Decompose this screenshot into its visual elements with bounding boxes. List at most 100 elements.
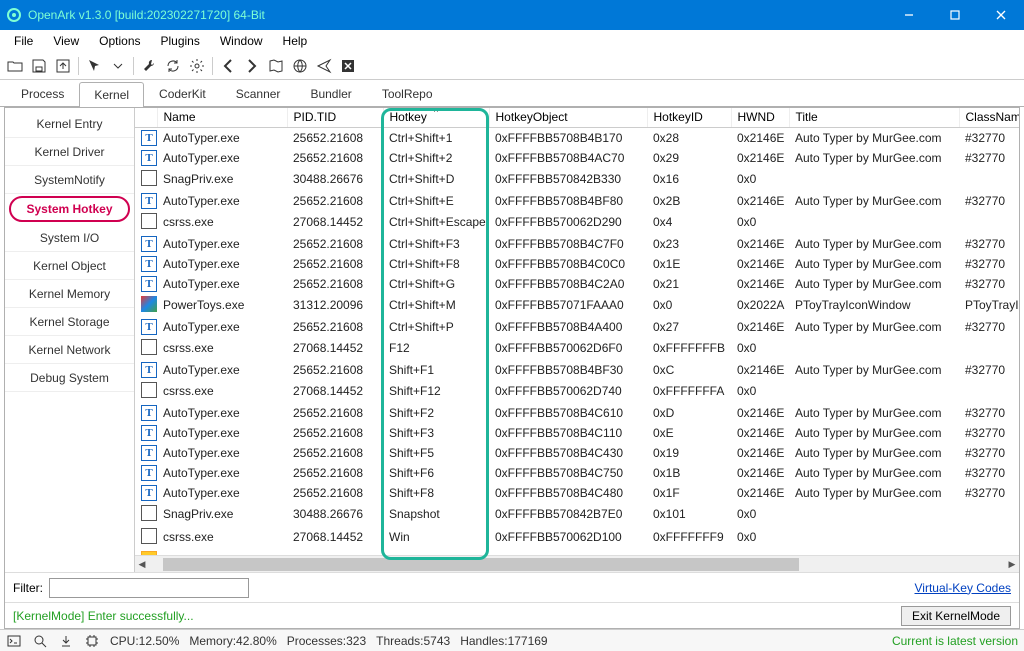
tab-process[interactable]: Process [6, 81, 79, 106]
tab-bundler[interactable]: Bundler [295, 81, 366, 106]
table-row[interactable]: TAutoTyper.exe25652.21608Ctrl+Shift+P0xF… [135, 317, 1019, 337]
table-row[interactable]: SnagPriv.exe30488.26676Snapshot0xFFFFBB5… [135, 503, 1019, 526]
col-icon[interactable] [135, 108, 157, 127]
table-row[interactable]: TAutoTyper.exe25652.21608Shift+F30xFFFFB… [135, 423, 1019, 443]
table-row[interactable]: csrss.exe27068.14452Shift+F120xFFFFBB570… [135, 380, 1019, 403]
table-row[interactable]: csrss.exe27068.14452F120xFFFFBB570062D6F… [135, 337, 1019, 360]
window-title: OpenArk v1.3.0 [build:202302271720] 64-B… [28, 8, 265, 22]
top-tabs: ProcessKernelCoderKitScannerBundlerToolR… [0, 80, 1024, 106]
cell-name: AutoTyper.exe [157, 483, 287, 503]
download-icon[interactable] [58, 633, 74, 649]
tab-kernel[interactable]: Kernel [79, 82, 144, 107]
table-row[interactable]: TAutoTyper.exe25652.21608Ctrl+Shift+F80x… [135, 254, 1019, 274]
map-icon[interactable] [265, 55, 287, 77]
cell-title: Auto Typer by MurGee.com [789, 403, 959, 423]
cell-hid: 0x1E [647, 254, 731, 274]
menu-window[interactable]: Window [212, 32, 271, 50]
cell-pid: 27068.14452 [287, 337, 383, 360]
send-icon[interactable] [313, 55, 335, 77]
col-classname[interactable]: ClassName [959, 108, 1019, 127]
maximize-button[interactable] [932, 0, 978, 30]
cell-title [789, 380, 959, 403]
folder-open-icon[interactable] [4, 55, 26, 77]
tab-scanner[interactable]: Scanner [221, 81, 296, 106]
filter-input[interactable] [49, 578, 249, 598]
table-row[interactable]: TAutoTyper.exe25652.21608Shift+F20xFFFFB… [135, 403, 1019, 423]
tab-toolrepo[interactable]: ToolRepo [367, 81, 448, 106]
menu-options[interactable]: Options [91, 32, 148, 50]
virtual-key-codes-link[interactable]: Virtual-Key Codes [915, 581, 1012, 595]
sidebar-item-kernel-network[interactable]: Kernel Network [5, 336, 134, 364]
menu-view[interactable]: View [45, 32, 87, 50]
cell-title: Auto Typer by MurGee.com [789, 483, 959, 503]
autotyper-icon: T [141, 256, 157, 272]
terminal-icon[interactable] [6, 633, 22, 649]
table-row[interactable]: csrss.exe27068.14452Ctrl+Shift+Escape0xF… [135, 211, 1019, 234]
cell-name: AutoTyper.exe [157, 254, 287, 274]
horizontal-scrollbar[interactable]: ◀▶ [135, 555, 1019, 572]
sidebar-item-kernel-object[interactable]: Kernel Object [5, 252, 134, 280]
gear-icon[interactable] [186, 55, 208, 77]
table-row[interactable]: SnagPriv.exe30488.26676Ctrl+Shift+D0xFFF… [135, 168, 1019, 191]
tab-coderkit[interactable]: CoderKit [144, 81, 221, 106]
arrow-left-icon[interactable] [217, 55, 239, 77]
col-hotkeyid[interactable]: HotkeyID [647, 108, 731, 127]
table-row[interactable]: PowerToys.exe31312.20096Ctrl+Shift+M0xFF… [135, 294, 1019, 317]
cell-hotkey: Ctrl+Shift+M [383, 294, 489, 317]
sidebar-item-systemnotify[interactable]: SystemNotify [5, 166, 134, 194]
sidebar-item-kernel-memory[interactable]: Kernel Memory [5, 280, 134, 308]
table-row[interactable]: TAutoTyper.exe25652.21608Shift+F60xFFFFB… [135, 463, 1019, 483]
dropdown-icon[interactable] [107, 55, 129, 77]
sidebar-item-system-hotkey[interactable]: System Hotkey [9, 196, 130, 222]
table-row[interactable]: TAutoTyper.exe25652.21608Ctrl+Shift+20xF… [135, 148, 1019, 168]
table-row[interactable]: csrss.exe27068.14452Win0xFFFFBB570062D10… [135, 526, 1019, 549]
cell-title: Auto Typer by MurGee.com [789, 463, 959, 483]
cell-hid: 0x1F [647, 483, 731, 503]
sidebar-item-kernel-driver[interactable]: Kernel Driver [5, 138, 134, 166]
col-name[interactable]: Name [157, 108, 287, 127]
cell-hotkey: Ctrl+Shift+F8 [383, 254, 489, 274]
close-box-icon[interactable] [337, 55, 359, 77]
cell-hid: 0xFFFFFFF9 [647, 526, 731, 549]
wrench-icon[interactable] [138, 55, 160, 77]
cell-hotkey: Shift+F8 [383, 483, 489, 503]
globe-icon[interactable] [289, 55, 311, 77]
cell-obj: 0xFFFFBB570842B330 [489, 168, 647, 191]
close-button[interactable] [978, 0, 1024, 30]
search-icon[interactable] [32, 633, 48, 649]
table-row[interactable]: TAutoTyper.exe25652.21608Ctrl+Shift+G0xF… [135, 274, 1019, 294]
table-row[interactable]: TAutoTyper.exe25652.21608Shift+F80xFFFFB… [135, 483, 1019, 503]
save-icon[interactable] [28, 55, 50, 77]
export-icon[interactable] [52, 55, 74, 77]
chip-icon[interactable] [84, 633, 100, 649]
cell-pid: 25652.21608 [287, 274, 383, 294]
table-row[interactable]: TAutoTyper.exe25652.21608Shift+F50xFFFFB… [135, 443, 1019, 463]
cell-hotkey: Shift+F6 [383, 463, 489, 483]
refresh-icon[interactable] [162, 55, 184, 77]
sidebar-item-system-i/o[interactable]: System I/O [5, 224, 134, 252]
sidebar-item-kernel-entry[interactable]: Kernel Entry [5, 110, 134, 138]
col-hotkeyobject[interactable]: HotkeyObject [489, 108, 647, 127]
col-title[interactable]: Title [789, 108, 959, 127]
table-row[interactable]: TAutoTyper.exe25652.21608Ctrl+Shift+10xF… [135, 127, 1019, 148]
menu-help[interactable]: Help [275, 32, 316, 50]
col-hwnd[interactable]: HWND [731, 108, 789, 127]
pointer-icon[interactable] [83, 55, 105, 77]
table-row[interactable]: TAutoTyper.exe25652.21608Ctrl+Shift+E0xF… [135, 191, 1019, 211]
arrow-right-icon[interactable] [241, 55, 263, 77]
cell-hwnd: 0x2146E [731, 360, 789, 380]
col-hotkey[interactable]: Hotkey˄ [383, 108, 489, 127]
table-row[interactable]: TAutoTyper.exe25652.21608Ctrl+Shift+F30x… [135, 234, 1019, 254]
cell-title: Auto Typer by MurGee.com [789, 274, 959, 294]
kernel-mode-row: [KernelMode] Enter successfully... Exit … [5, 602, 1019, 628]
col-pid-tid[interactable]: PID.TID [287, 108, 383, 127]
exit-kernelmode-button[interactable]: Exit KernelMode [901, 606, 1011, 626]
menu-plugins[interactable]: Plugins [153, 32, 208, 50]
table-row[interactable]: TAutoTyper.exe25652.21608Shift+F10xFFFFB… [135, 360, 1019, 380]
menu-file[interactable]: File [6, 32, 41, 50]
minimize-button[interactable] [886, 0, 932, 30]
sidebar-item-debug-system[interactable]: Debug System [5, 364, 134, 392]
autotyper-icon: T [141, 150, 157, 166]
hotkey-table[interactable]: NamePID.TIDHotkey˄HotkeyObjectHotkeyIDHW… [135, 108, 1019, 555]
sidebar-item-kernel-storage[interactable]: Kernel Storage [5, 308, 134, 336]
